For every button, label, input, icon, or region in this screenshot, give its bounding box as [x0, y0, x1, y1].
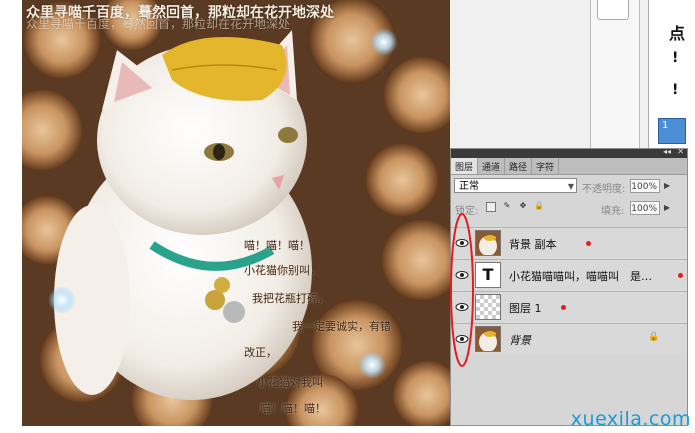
close-icon[interactable]: ✕	[677, 147, 684, 156]
poem-line: 小花猫对我叫	[257, 376, 323, 389]
transparent-layer-thumbnail	[475, 294, 501, 320]
side-text: !	[672, 50, 679, 66]
poem-line: 喵！喵！喵！	[260, 402, 326, 415]
opacity-input[interactable]: 100%	[630, 179, 660, 193]
lock-row: 锁定: ✎ ✥ 🔒 填充: 100% ▶	[451, 197, 687, 219]
layer-row[interactable]: 背景 副本	[451, 227, 687, 259]
blend-mode-value: 正常	[459, 181, 479, 192]
poem-line: 我一定要诚实，有错	[292, 320, 391, 333]
lock-transparency-icon[interactable]	[486, 202, 496, 212]
butterfly-icon	[370, 28, 398, 56]
layer-thumbnail	[475, 326, 501, 352]
fill-dropdown-icon[interactable]: ▶	[664, 203, 670, 212]
layer-name: 小花猫喵喵叫，喵喵叫 是…	[509, 270, 652, 283]
tab-layers[interactable]: 图层	[451, 158, 479, 174]
background-window: 点 ! ! 1	[450, 0, 695, 150]
layer-row[interactable]: 图层 1	[451, 291, 687, 323]
text-layer-thumbnail: T	[475, 262, 501, 288]
side-text: !	[672, 82, 679, 98]
layer-name: 背景	[509, 334, 531, 347]
caption-title-echo: 众里寻喵千百度，蓦然回首，那粒却在花开地深处	[26, 17, 291, 31]
side-text: 点	[669, 24, 686, 43]
tab-channels[interactable]: 通道	[478, 158, 506, 174]
photo-canvas: 众里寻喵千百度，蓦然回首，那粒却在花开地深处 众里寻喵千百度，蓦然回首，那粒却在…	[22, 0, 450, 426]
fill-input[interactable]: 100%	[630, 201, 660, 215]
annotation-dot	[678, 273, 683, 278]
lock-position-icon[interactable]: ✥	[518, 202, 528, 212]
photo-artwork	[22, 0, 450, 426]
blend-mode-select[interactable]: 正常 ▼	[454, 178, 577, 193]
opacity-dropdown-icon[interactable]: ▶	[664, 181, 670, 190]
poem-line: 喵！喵！喵！	[244, 239, 310, 252]
scroll-thumb[interactable]	[597, 0, 629, 20]
layer-name: 背景 副本	[509, 238, 557, 251]
cat-thumbnail-image	[476, 327, 500, 351]
poem-line: 改正，	[244, 346, 277, 359]
annotation-dot	[586, 241, 591, 246]
fill-label: 填充:	[601, 206, 625, 217]
cat-thumbnail-image	[476, 231, 500, 255]
layer-thumbnail	[475, 230, 501, 256]
lock-icon: 🔒	[648, 332, 660, 342]
poem-line: 小花猫你别叫，	[244, 264, 321, 277]
poem-line: 我把花瓶打碎，	[252, 292, 329, 305]
layers-panel: ◂◂ ✕ 图层 通道 路径 字符 正常 ▼ 不透明度: 100% ▶ 锁定: ✎…	[450, 147, 688, 426]
annotation-dot	[561, 305, 566, 310]
layer-name: 图层 1	[509, 302, 542, 315]
lock-pixels-icon[interactable]: ✎	[502, 202, 512, 212]
window-scroll-area[interactable]	[590, 0, 640, 148]
annotation-oval	[450, 213, 474, 367]
blend-row: 正常 ▼ 不透明度: 100% ▶	[451, 175, 687, 197]
side-thumbnail: 1	[658, 118, 686, 144]
watermark: xuexila.com	[570, 408, 691, 430]
chevron-down-icon: ▼	[567, 182, 574, 191]
butterfly-icon	[358, 351, 386, 379]
layer-row[interactable]: 背景 🔒	[451, 323, 687, 355]
panel-tabs: 图层 通道 路径 字符	[451, 158, 687, 175]
butterfly-icon	[48, 286, 76, 314]
lock-all-icon[interactable]: 🔒	[534, 202, 544, 212]
tab-paths[interactable]: 路径	[505, 158, 533, 174]
opacity-label: 不透明度:	[582, 184, 626, 195]
collapse-icon[interactable]: ◂◂	[663, 147, 671, 156]
tab-character[interactable]: 字符	[532, 158, 560, 174]
panel-titlebar[interactable]: ◂◂ ✕	[451, 147, 687, 158]
side-thumbnail-label: 1	[662, 120, 669, 131]
layer-row[interactable]: T 小花猫喵喵叫，喵喵叫 是…	[451, 259, 687, 291]
